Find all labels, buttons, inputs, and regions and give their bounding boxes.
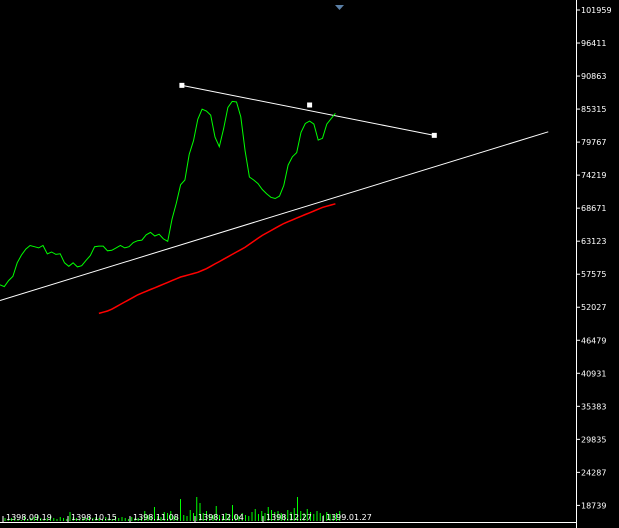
price-tick-label: 35383 xyxy=(581,402,606,411)
price-tick-label: 74219 xyxy=(581,171,606,180)
price-tick-label: 29835 xyxy=(581,435,606,444)
trendline-anchor-point[interactable] xyxy=(431,132,437,138)
trendline-anchor-point[interactable] xyxy=(179,82,185,88)
price-tick-label: 24287 xyxy=(581,468,606,477)
price-tick-label: 46479 xyxy=(581,336,606,345)
price-tick-label: 68671 xyxy=(581,204,606,213)
time-tick-label: 1398.12.27 xyxy=(266,513,312,522)
price-tick-label: 63123 xyxy=(581,237,606,246)
chart-background xyxy=(0,0,619,528)
time-tick-label: 1398.10.15 xyxy=(71,513,117,522)
time-tick-label: 1399.01.27 xyxy=(326,513,372,522)
price-tick-label: 79767 xyxy=(581,138,606,147)
time-tick-label: 1398.09.19 xyxy=(6,513,52,522)
price-tick-label: 52027 xyxy=(581,303,606,312)
price-chart: 101959 96411 90863 85315 79767 74219 68671 6312… xyxy=(0,0,619,528)
price-tick-label: 96411 xyxy=(581,39,606,48)
price-tick-label: 57575 xyxy=(581,270,606,279)
price-tick-label: 18739 xyxy=(581,501,606,510)
price-tick-label: 90863 xyxy=(581,72,606,81)
price-tick-label: 101959 xyxy=(581,6,612,15)
time-tick-label: 1398.11.08 xyxy=(133,513,179,522)
price-tick-label: 85315 xyxy=(581,105,606,114)
time-tick-label: 1398.12.04 xyxy=(198,513,244,522)
price-tick-label: 40931 xyxy=(581,369,606,378)
trendline-anchor-point[interactable] xyxy=(307,102,313,108)
